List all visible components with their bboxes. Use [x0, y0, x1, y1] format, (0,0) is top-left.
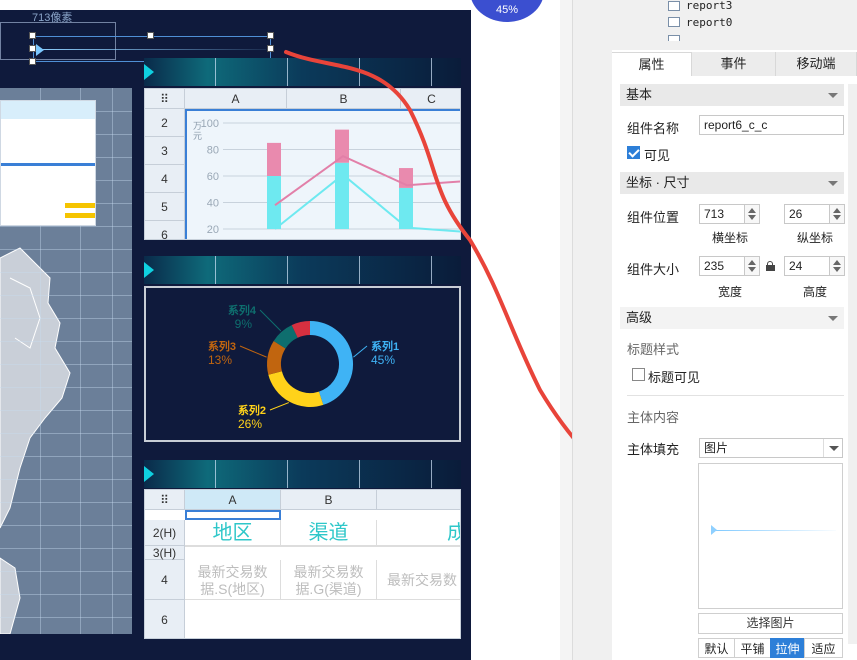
tab-mobile[interactable]: 移动端 — [776, 52, 857, 76]
position-label: 组件位置 — [627, 210, 680, 225]
width-caption: 宽度 — [717, 285, 742, 299]
height-input[interactable]: 24 — [784, 256, 830, 276]
title-visible-checkbox[interactable] — [632, 368, 645, 381]
fit-default-button[interactable]: 默认 — [698, 638, 735, 658]
report-icon — [668, 35, 680, 41]
chevron-down-icon[interactable] — [828, 316, 838, 321]
tree-item[interactable]: report0 — [686, 16, 732, 29]
height-stepper[interactable] — [829, 256, 845, 276]
fit-adapt-button[interactable]: 适应 — [804, 638, 843, 658]
lock-icon[interactable] — [766, 261, 775, 271]
chevron-down-icon[interactable] — [828, 181, 838, 186]
visible-label: 可见 — [644, 148, 671, 163]
fit-tile-button[interactable]: 平铺 — [734, 638, 771, 658]
chevron-down-icon[interactable] — [828, 93, 838, 98]
width-stepper[interactable] — [744, 256, 760, 276]
report-icon — [668, 17, 680, 27]
body-content-label: 主体内容 — [627, 410, 680, 425]
section-coord-label: 坐标 · 尺寸 — [626, 175, 690, 190]
height-caption: 高度 — [802, 285, 827, 299]
tree-item[interactable]: report3 — [686, 0, 732, 12]
y-stepper[interactable] — [829, 204, 845, 224]
report-icon — [668, 1, 680, 11]
x-caption: 横坐标 — [711, 231, 748, 245]
chevron-down-icon[interactable] — [823, 439, 843, 457]
body-fill-label: 主体填充 — [627, 442, 680, 457]
tab-events[interactable]: 事件 — [692, 52, 776, 76]
x-stepper[interactable] — [744, 204, 760, 224]
name-label: 组件名称 — [627, 121, 680, 136]
width-input[interactable]: 235 — [699, 256, 745, 276]
image-preview[interactable] — [698, 463, 843, 609]
visible-checkbox[interactable] — [627, 146, 640, 159]
section-advanced[interactable]: 高级 — [620, 307, 844, 329]
y-input[interactable]: 26 — [784, 204, 830, 224]
divider — [627, 395, 844, 396]
body-fill-select[interactable]: 图片 — [699, 438, 843, 458]
title-style-label: 标题样式 — [627, 342, 680, 357]
choose-image-button[interactable]: 选择图片 — [698, 613, 843, 634]
tab-properties[interactable]: 属性 — [612, 52, 692, 76]
fit-stretch-button[interactable]: 拉伸 — [770, 638, 805, 658]
section-coord[interactable]: 坐标 · 尺寸 — [620, 172, 844, 194]
section-basic[interactable]: 基本 — [620, 84, 844, 106]
component-name-input[interactable]: report6_c_c — [699, 115, 844, 135]
section-basic-label: 基本 — [626, 87, 653, 102]
section-advanced-label: 高级 — [626, 310, 653, 325]
title-visible-label: 标题可见 — [648, 370, 701, 385]
y-caption: 纵坐标 — [796, 231, 833, 245]
x-input[interactable]: 713 — [699, 204, 745, 224]
scrollbar[interactable] — [848, 84, 857, 644]
size-label: 组件大小 — [627, 262, 680, 277]
